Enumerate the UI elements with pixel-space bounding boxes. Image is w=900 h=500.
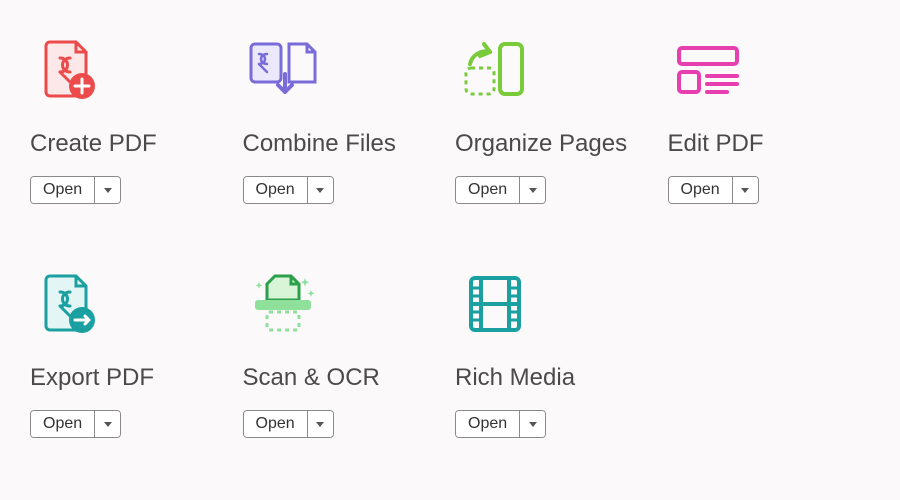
- tool-title: Scan & OCR: [243, 364, 380, 392]
- chevron-down-icon: [104, 188, 112, 193]
- tool-organize-pages: Organize Pages Open: [455, 30, 658, 204]
- tool-title: Rich Media: [455, 364, 575, 392]
- create-pdf-icon: [30, 30, 110, 110]
- tool-title: Edit PDF: [668, 130, 764, 158]
- open-button[interactable]: Open: [244, 411, 307, 437]
- open-button[interactable]: Open: [31, 177, 94, 203]
- tools-grid: Create PDF Open Combine Files Open: [0, 0, 900, 438]
- tool-title: Combine Files: [243, 130, 396, 158]
- open-button[interactable]: Open: [31, 411, 94, 437]
- tool-title: Export PDF: [30, 364, 154, 392]
- chevron-down-icon: [316, 188, 324, 193]
- open-button[interactable]: Open: [244, 177, 307, 203]
- open-dropdown-button[interactable]: [94, 411, 120, 437]
- open-split-button: Open: [30, 410, 121, 438]
- open-split-button: Open: [455, 176, 546, 204]
- tool-title: Organize Pages: [455, 130, 627, 158]
- chevron-down-icon: [316, 422, 324, 427]
- open-split-button: Open: [455, 410, 546, 438]
- edit-pdf-icon: [668, 30, 748, 110]
- open-dropdown-button[interactable]: [519, 411, 545, 437]
- open-dropdown-button[interactable]: [307, 411, 333, 437]
- chevron-down-icon: [741, 188, 749, 193]
- chevron-down-icon: [529, 422, 537, 427]
- scan-ocr-icon: [243, 264, 323, 344]
- tool-title: Create PDF: [30, 130, 157, 158]
- open-dropdown-button[interactable]: [732, 177, 758, 203]
- tool-create-pdf: Create PDF Open: [30, 30, 233, 204]
- tool-export-pdf: Export PDF Open: [30, 264, 233, 438]
- open-split-button: Open: [30, 176, 121, 204]
- organize-pages-icon: [455, 30, 535, 110]
- tool-edit-pdf: Edit PDF Open: [668, 30, 871, 204]
- open-dropdown-button[interactable]: [307, 177, 333, 203]
- tool-rich-media: Rich Media Open: [455, 264, 658, 438]
- tool-combine-files: Combine Files Open: [243, 30, 446, 204]
- open-dropdown-button[interactable]: [519, 177, 545, 203]
- chevron-down-icon: [529, 188, 537, 193]
- open-split-button: Open: [243, 410, 334, 438]
- tool-scan-ocr: Scan & OCR Open: [243, 264, 446, 438]
- open-button[interactable]: Open: [669, 177, 732, 203]
- open-dropdown-button[interactable]: [94, 177, 120, 203]
- export-pdf-icon: [30, 264, 110, 344]
- open-button[interactable]: Open: [456, 177, 519, 203]
- chevron-down-icon: [104, 422, 112, 427]
- open-button[interactable]: Open: [456, 411, 519, 437]
- combine-files-icon: [243, 30, 323, 110]
- open-split-button: Open: [668, 176, 759, 204]
- rich-media-icon: [455, 264, 535, 344]
- open-split-button: Open: [243, 176, 334, 204]
